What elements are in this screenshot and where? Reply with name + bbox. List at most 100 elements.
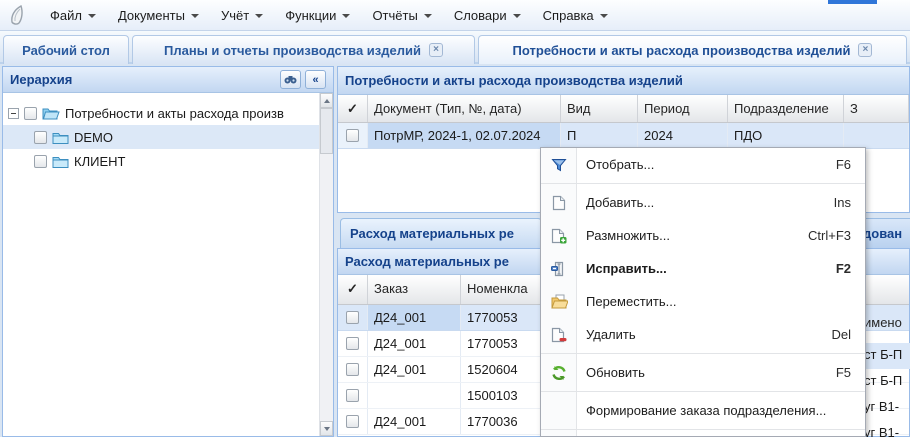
column-order[interactable]: Заказ <box>368 275 461 304</box>
tree-checkbox[interactable] <box>24 107 37 120</box>
scroll-down-button[interactable] <box>320 421 333 436</box>
check-column-header[interactable]: ✓ <box>338 275 368 304</box>
documents-grid-header: ✓ Документ (Тип, №, дата) Вид Период Под… <box>338 95 909 123</box>
row-checkbox-cell <box>338 331 368 356</box>
dropdown-caret-icon <box>88 14 96 18</box>
order-cell[interactable]: Д24_001 <box>368 305 461 330</box>
menu-dictionaries-label: Словари <box>454 8 507 23</box>
column-document[interactable]: Документ (Тип, №, дата) <box>368 95 561 122</box>
menu-item-refresh[interactable]: Обновить F5 <box>541 356 865 389</box>
move-folder-icon <box>541 294 577 309</box>
tree-scrollbar[interactable] <box>319 93 333 436</box>
name-cell-fragment: ст Б-П <box>864 343 910 369</box>
new-document-icon <box>541 195 577 211</box>
arrow-down-icon <box>324 427 330 431</box>
row-checkbox[interactable] <box>346 415 359 428</box>
tree-node-demo[interactable]: DEMO <box>3 125 319 149</box>
row-checkbox[interactable] <box>346 337 359 350</box>
order-cell[interactable]: Д24_001 <box>368 331 461 356</box>
tree-checkbox[interactable] <box>34 155 47 168</box>
row-checkbox[interactable] <box>346 363 359 376</box>
menu-item-label: Добавить... <box>577 195 834 210</box>
close-icon[interactable] <box>429 43 443 57</box>
menu-file[interactable]: Файл <box>39 4 107 27</box>
context-menu: Отобрать... F6 Добавить... Ins Размножит… <box>540 147 866 437</box>
menu-item-shortcut: F2 <box>836 261 865 276</box>
hierarchy-tree: Потребности и акты расхода произв DEMO К… <box>3 93 319 436</box>
menu-item-form-division-order[interactable]: Формирование заказа подразделения... <box>541 394 865 427</box>
menu-separator <box>541 391 865 392</box>
collapse-panel-button[interactable]: « <box>305 70 326 89</box>
menu-item-shortcut: F5 <box>836 365 865 380</box>
row-checkbox[interactable] <box>346 129 359 142</box>
period-cell[interactable]: 2024 <box>638 123 728 148</box>
column-division[interactable]: Подразделение <box>728 95 844 122</box>
menu-functions-label: Функции <box>285 8 336 23</box>
division-cell[interactable]: ПДО <box>728 123 844 148</box>
row-checkbox[interactable] <box>346 389 359 402</box>
close-icon[interactable] <box>858 43 872 57</box>
tab-plans-reports[interactable]: Планы и отчеты производства изделий <box>132 35 475 64</box>
vid-cell[interactable]: П <box>561 123 638 148</box>
search-button[interactable] <box>280 70 301 89</box>
app-logo-icon <box>5 2 31 28</box>
row-checkbox-cell <box>338 123 368 148</box>
menu-separator <box>541 353 865 354</box>
tree-node-label: КЛИЕНТ <box>74 154 125 169</box>
scrollbar-thumb[interactable] <box>320 108 333 154</box>
tab-plans-reports-label: Планы и отчеты производства изделий <box>164 43 421 58</box>
arrow-up-icon <box>324 99 330 103</box>
order-cell[interactable]: Д24_001 <box>368 357 461 382</box>
column-vid[interactable]: Вид <box>561 95 638 122</box>
hierarchy-title: Иерархия <box>10 72 276 87</box>
menu-item-shortcut: Ctrl+F3 <box>808 228 865 243</box>
collapse-node-icon[interactable] <box>8 108 19 119</box>
dropdown-caret-icon <box>513 14 521 18</box>
menu-reports-label: Отчёты <box>372 8 417 23</box>
top-edge-highlight <box>828 0 877 4</box>
menu-item-move[interactable]: Переместить... <box>541 285 865 318</box>
column-z[interactable]: З <box>844 95 909 122</box>
tree-node-root[interactable]: Потребности и акты расхода произв <box>3 101 319 125</box>
dropdown-caret-icon <box>424 14 432 18</box>
tab-needs-acts[interactable]: Потребности и акты расхода производства … <box>478 35 907 64</box>
tab-materials-label: Расход материальных ре <box>350 226 514 241</box>
order-cell[interactable] <box>368 383 461 408</box>
scroll-up-button[interactable] <box>320 93 333 108</box>
menu-item-add[interactable]: Добавить... Ins <box>541 186 865 219</box>
application-window: Файл Документы Учёт Функции Отчёты Слова… <box>0 0 910 437</box>
menu-item-label: Формирование заказа подразделения... <box>577 403 851 418</box>
menu-dictionaries[interactable]: Словари <box>443 4 532 27</box>
menu-item-edit[interactable]: Исправить... F2 <box>541 252 865 285</box>
binoculars-icon <box>284 74 297 85</box>
menu-file-label: Файл <box>50 8 82 23</box>
document-row[interactable]: ПотрМР, 2024-1, 02.07.2024 П 2024 ПДО <box>338 123 909 149</box>
document-cell[interactable]: ПотрМР, 2024-1, 02.07.2024 <box>368 123 561 148</box>
menu-reports[interactable]: Отчёты <box>361 4 442 27</box>
menu-item-label: Исправить... <box>577 261 836 276</box>
main-tabstrip: Рабочий стол Планы и отчеты производства… <box>0 31 910 64</box>
menu-item-filter[interactable]: Отобрать... F6 <box>541 148 865 181</box>
menu-item-label: Размножить... <box>577 228 808 243</box>
row-checkbox[interactable] <box>346 311 359 324</box>
tab-desktop[interactable]: Рабочий стол <box>3 35 129 64</box>
z-cell[interactable] <box>844 123 909 148</box>
tab-materials-consumption[interactable]: Расход материальных ре <box>340 218 542 248</box>
check-column-header[interactable]: ✓ <box>338 95 368 122</box>
menu-item-delete[interactable]: Удалить Del <box>541 318 865 351</box>
menu-help[interactable]: Справка <box>532 4 619 27</box>
dropdown-caret-icon <box>191 14 199 18</box>
menu-accounting[interactable]: Учёт <box>210 4 274 27</box>
tree-node-client[interactable]: КЛИЕНТ <box>3 149 319 173</box>
order-cell[interactable]: Д24_001 <box>368 409 461 434</box>
tab-needs-acts-label: Потребности и акты расхода производства … <box>513 43 851 58</box>
menu-functions[interactable]: Функции <box>274 4 361 27</box>
tab-partial-right[interactable]: дован <box>860 218 910 248</box>
refresh-icon <box>541 365 577 381</box>
delete-document-icon <box>541 327 577 343</box>
menu-item-shortcut: F6 <box>836 157 865 172</box>
tree-checkbox[interactable] <box>34 131 47 144</box>
menu-item-duplicate[interactable]: Размножить... Ctrl+F3 <box>541 219 865 252</box>
column-period[interactable]: Период <box>638 95 728 122</box>
menu-documents[interactable]: Документы <box>107 4 210 27</box>
